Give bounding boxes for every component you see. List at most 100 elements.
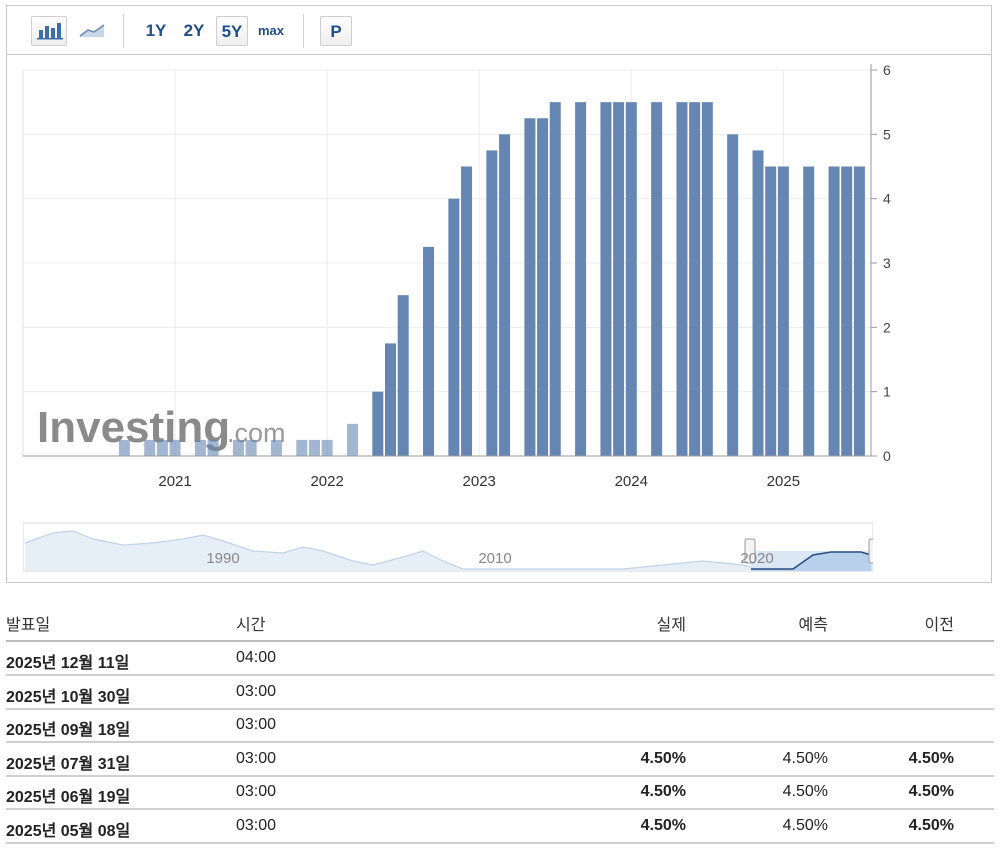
- cell-previous: 4.50%: [908, 817, 954, 834]
- chart-bar: [676, 102, 688, 456]
- chart-bar: [144, 439, 156, 456]
- p-button[interactable]: P: [320, 16, 352, 46]
- y-tick-label: 4: [883, 191, 891, 207]
- chart-bar: [777, 166, 789, 456]
- cell-actual: 4.50%: [640, 749, 686, 767]
- chart-bar: [448, 198, 460, 456]
- navigator-right-handle[interactable]: [868, 538, 873, 564]
- x-tick-label: 2021: [158, 473, 191, 490]
- chart-bar: [118, 439, 130, 456]
- chart-bar: [372, 391, 384, 456]
- chart-bar: [765, 166, 777, 456]
- x-tick-label: 2025: [767, 473, 800, 490]
- chart-bar: [321, 439, 333, 456]
- chart-bar: [701, 102, 713, 456]
- range-max-button[interactable]: max: [254, 16, 288, 46]
- chart-panel: 1Y 2Y 5Y max P Investing .com 0123456 202…: [6, 5, 992, 583]
- cell-previous: 4.50%: [908, 783, 954, 801]
- cell-date: 2025년 05월 08일: [6, 823, 131, 840]
- x-tick-label: 2024: [615, 473, 648, 490]
- chart-bar: [385, 343, 397, 456]
- chart-bar: [625, 102, 637, 456]
- navigator-year-label: 1990: [206, 550, 239, 567]
- range-2y-button[interactable]: 2Y: [179, 16, 209, 46]
- chart-bar: [461, 166, 473, 456]
- chart-bar: [169, 439, 181, 456]
- chart-bar: [537, 118, 549, 456]
- range-1y-button[interactable]: 1Y: [141, 16, 171, 46]
- cell-time: 03:00: [236, 749, 277, 767]
- toolbar-separator: [123, 14, 124, 48]
- chart-bar: [689, 102, 701, 456]
- cell-date: 2025년 10월 30일: [6, 688, 131, 706]
- chart-bar: [549, 102, 561, 456]
- navigator-year-label: 2010: [478, 550, 511, 567]
- chart-bar: [270, 439, 282, 456]
- x-axis: 2021 2022 2023 2024 2025: [23, 455, 871, 490]
- chart-grid: [22, 69, 871, 457]
- area-chart-icon: [79, 24, 105, 37]
- column-header-actual[interactable]: 실제: [606, 611, 686, 635]
- chart-bar: [207, 439, 219, 456]
- cell-time: 03:00: [236, 817, 277, 834]
- range-navigator[interactable]: 1990 2010 2020: [23, 521, 873, 573]
- chart-bar: [600, 102, 612, 456]
- table-row: 2025년 09월 18일 03:00: [6, 709, 994, 744]
- chart-bar: [803, 166, 815, 456]
- chart-bar: [296, 439, 308, 456]
- table-row: 2025년 12월 11일 04:00: [6, 642, 994, 676]
- chart-bar: [828, 166, 840, 456]
- chart-bar: [156, 439, 168, 456]
- cell-time: 03:00: [236, 716, 277, 734]
- cell-forecast: 4.50%: [782, 749, 828, 767]
- chart-bar: [499, 134, 511, 456]
- cell-time: 03:00: [236, 783, 277, 801]
- chart-toolbar: 1Y 2Y 5Y max P: [7, 6, 991, 55]
- cell-time: 03:00: [236, 682, 277, 700]
- chart-bar: [727, 134, 739, 456]
- table-row: 2025년 07월 31일 03:00 4.50% 4.50% 4.50%: [6, 743, 994, 777]
- cell-actual: 4.50%: [640, 817, 686, 834]
- table-row: 2025년 06월 19일 03:00 4.50% 4.50% 4.50%: [6, 776, 994, 811]
- bar-chart-type-button[interactable]: [31, 16, 67, 46]
- chart-bar: [752, 150, 764, 456]
- cell-date: 2025년 07월 31일: [6, 755, 131, 773]
- column-header-time[interactable]: 시간: [236, 611, 265, 635]
- x-tick-label: 2023: [463, 473, 496, 490]
- chart-bar: [245, 439, 257, 456]
- chart-bar: [486, 150, 498, 456]
- cell-forecast: 4.50%: [782, 783, 828, 801]
- cell-date: 2025년 06월 19일: [6, 789, 131, 807]
- cell-date: 2025년 09월 18일: [6, 722, 131, 740]
- x-tick-label: 2022: [310, 473, 343, 490]
- cell-previous: 4.50%: [908, 749, 954, 767]
- y-tick-label: 0: [883, 448, 891, 464]
- bar-chart-icon: [37, 23, 63, 40]
- table-row: 2025년 10월 30일 03:00: [6, 676, 994, 710]
- chart-bar: [524, 118, 536, 456]
- bar-chart-plot: Investing.com 0123456 2021 2022 2023 2024 20…: [22, 62, 891, 490]
- line-chart-type-button[interactable]: [75, 16, 111, 46]
- range-5y-button[interactable]: 5Y: [216, 16, 248, 46]
- chart-bar: [841, 166, 853, 456]
- chart-bar: [194, 439, 206, 456]
- chart-bar: [423, 246, 435, 456]
- table-header-row: 발표일 시간 실제 예측 이전: [6, 600, 994, 642]
- column-header-previous[interactable]: 이전: [874, 611, 954, 635]
- column-header-forecast[interactable]: 예측: [748, 611, 828, 635]
- chart-bar: [308, 439, 320, 456]
- chart-bar: [232, 439, 244, 456]
- column-header-date[interactable]: 발표일: [6, 611, 50, 635]
- chart-bar: [613, 102, 625, 456]
- chart-bar: [651, 102, 663, 456]
- y-tick-label: 2: [883, 319, 891, 335]
- toolbar-separator: [303, 14, 304, 48]
- y-tick-label: 3: [883, 255, 891, 271]
- chart-bar: [853, 166, 865, 456]
- chart-bars: [118, 102, 865, 456]
- cell-forecast: 4.50%: [782, 817, 828, 834]
- chart-bar: [575, 102, 587, 456]
- navigator-year-label: 2020: [740, 550, 773, 567]
- chart-bar: [346, 423, 358, 456]
- y-tick-label: 5: [883, 126, 891, 142]
